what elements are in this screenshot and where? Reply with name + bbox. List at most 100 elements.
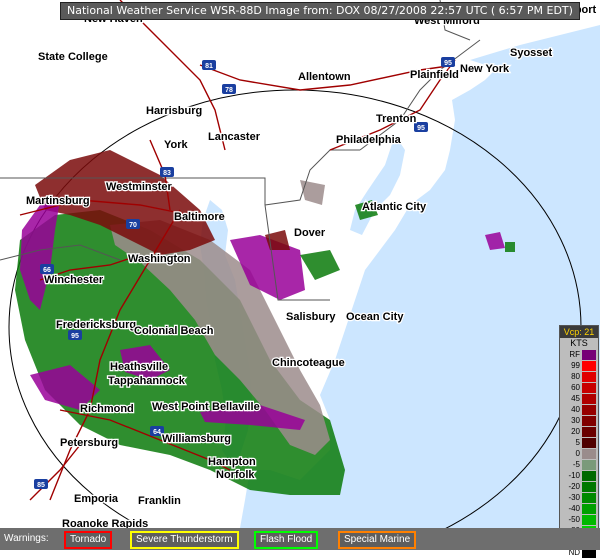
city-label: Heathsville (110, 361, 168, 373)
severe-thunderstorm-warning-chip[interactable]: Severe Thunderstorm (130, 531, 239, 549)
legend-color-swatch (582, 415, 596, 426)
velocity-legend: Vcp: 21 KTS RF 99 80 60 45 40 30 20 5 0 -5 -10 -20 -3… (559, 325, 599, 558)
radar-title-bar: National Weather Service WSR-88D Image f… (60, 2, 580, 20)
city-label: Atlantic City (362, 201, 427, 213)
svg-text:64: 64 (153, 429, 161, 436)
city-label: Ocean City (346, 311, 404, 323)
city-label: Baltimore (174, 211, 225, 223)
highway-shield: 95 (68, 330, 82, 340)
legend-entry: -30 (560, 492, 598, 503)
tornado-warning-chip[interactable]: Tornado (64, 531, 113, 549)
legend-entry: -5 (560, 459, 598, 470)
legend-entry-label: 0 (575, 449, 580, 458)
legend-entry-label: -5 (572, 460, 580, 469)
highway-shield: 83 (160, 167, 174, 177)
city-label: Allentown (298, 71, 351, 83)
city-label: Chincoteague (272, 357, 345, 369)
legend-entry: -40 (560, 503, 598, 514)
city-label: Trenton (376, 113, 417, 125)
legend-color-swatch (582, 514, 596, 525)
legend-color-swatch (582, 492, 596, 503)
svg-text:95: 95 (417, 125, 425, 132)
legend-entry: RF (560, 349, 598, 360)
legend-color-swatch (582, 404, 596, 415)
city-label: Winchester (44, 274, 104, 286)
legend-entry-label: 60 (571, 383, 580, 392)
highway-shield: 70 (126, 219, 140, 229)
legend-entry-label: 99 (571, 361, 580, 370)
legend-entry: -50 (560, 514, 598, 525)
city-label: Bellaville (212, 401, 260, 413)
legend-color-swatch (582, 437, 596, 448)
legend-entry: 60 (560, 382, 598, 393)
legend-color-swatch (582, 382, 596, 393)
legend-entry-label: -20 (568, 482, 580, 491)
legend-entry: 80 (560, 371, 598, 382)
legend-entry-label: 20 (571, 427, 580, 436)
city-label: Tappahannock (108, 375, 186, 387)
legend-entry: 99 (560, 360, 598, 371)
highway-shield: 81 (202, 60, 216, 70)
city-label: Williamsburg (162, 433, 231, 445)
legend-entry: -10 (560, 470, 598, 481)
city-label: Colonial Beach (134, 325, 214, 337)
legend-entry-label: -40 (568, 504, 580, 513)
legend-entry: -20 (560, 481, 598, 492)
city-label: Richmond (80, 403, 134, 415)
svg-text:95: 95 (71, 333, 79, 340)
legend-color-swatch (582, 481, 596, 492)
highway-shield: 78 (222, 84, 236, 94)
legend-rows: RF9980604540302050-5-10-20-30-40-50-80-9… (560, 349, 598, 558)
legend-entry: 5 (560, 437, 598, 448)
svg-text:78: 78 (225, 87, 233, 94)
city-label: Plainfield (410, 69, 459, 81)
vcp-label: Vcp: 21 (560, 326, 598, 338)
legend-color-swatch (582, 393, 596, 404)
legend-color-swatch (582, 426, 596, 437)
legend-entry-label: 80 (571, 372, 580, 381)
highway-shield: 85 (34, 479, 48, 489)
legend-color-swatch (582, 360, 596, 371)
legend-color-swatch (582, 448, 596, 459)
legend-entry-label: 5 (575, 438, 580, 447)
highway-shield: 66 (40, 264, 54, 274)
city-label: Salisbury (286, 311, 336, 323)
svg-text:70: 70 (129, 222, 137, 229)
svg-text:83: 83 (163, 170, 171, 177)
city-label: West Point (152, 401, 209, 413)
legend-entry: 45 (560, 393, 598, 404)
city-label: Syosset (510, 47, 553, 59)
city-label: Emporia (74, 493, 119, 505)
city-label: Hampton (208, 456, 256, 468)
legend-entry: 20 (560, 426, 598, 437)
legend-entry: 0 (560, 448, 598, 459)
warnings-bar: Warnings: Tornado Severe Thunderstorm Fl… (0, 528, 600, 550)
legend-color-swatch (582, 503, 596, 514)
legend-color-swatch (582, 470, 596, 481)
svg-text:85: 85 (37, 482, 45, 489)
city-label: Martinsburg (26, 195, 90, 207)
legend-color-swatch (582, 371, 596, 382)
city-label: Philadelphia (336, 134, 402, 146)
legend-entry-label: 40 (571, 405, 580, 414)
legend-entry: 30 (560, 415, 598, 426)
city-label: Lancaster (208, 131, 261, 143)
legend-color-swatch (582, 349, 596, 360)
city-label: New York (460, 63, 510, 75)
svg-text:95: 95 (444, 60, 452, 67)
svg-text:81: 81 (205, 63, 213, 70)
city-label: Westminster (106, 181, 173, 193)
legend-unit: KTS (570, 338, 588, 348)
legend-entry-label: 45 (571, 394, 580, 403)
warnings-label: Warnings: (4, 533, 49, 544)
flash-flood-warning-chip[interactable]: Flash Flood (254, 531, 319, 549)
svg-text:66: 66 (43, 267, 51, 274)
special-marine-warning-chip[interactable]: Special Marine (338, 531, 417, 549)
city-label: Norfolk (216, 469, 255, 481)
legend-entry-label: -50 (568, 515, 580, 524)
city-label: Dover (294, 227, 326, 239)
city-label: Fredericksburg (56, 319, 136, 331)
city-label: Franklin (138, 495, 181, 507)
legend-entry-label: 30 (571, 416, 580, 425)
legend-entry: 40 (560, 404, 598, 415)
